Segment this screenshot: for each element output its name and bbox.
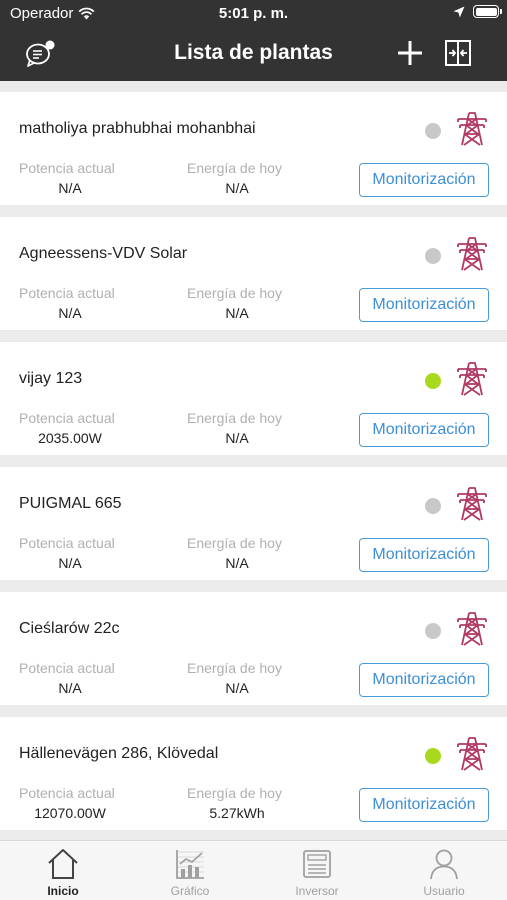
app-header: Operador 5:01 p. m. Lista de plantas [0, 0, 507, 81]
status-indicator [425, 748, 441, 764]
status-indicator [425, 248, 441, 264]
plant-card[interactable]: PUIGMAL 665 Potencia actual N/A Energía … [0, 467, 507, 580]
energy-value: 5.27kWh [209, 805, 265, 821]
monitor-button[interactable]: Monitorización [359, 788, 489, 822]
plant-list[interactable]: matholiya prabhubhai mohanbhai Potencia … [0, 81, 507, 840]
energy-value: N/A [225, 430, 249, 446]
energy-value: N/A [225, 305, 249, 321]
power-value: 2035.00W [38, 430, 102, 446]
power-tower-icon [457, 737, 487, 771]
status-indicators [453, 5, 502, 18]
power-tower-icon [457, 362, 487, 396]
status-indicator [425, 123, 441, 139]
inverter-icon [303, 850, 331, 878]
power-label: Potencia actual [19, 535, 115, 551]
monitor-button[interactable]: Monitorización [359, 163, 489, 197]
plant-card[interactable]: Hällenevägen 286, Klövedal Potencia actu… [0, 717, 507, 830]
plant-name: Agneessens-VDV Solar [19, 245, 188, 262]
tab-label: Inicio [47, 884, 79, 898]
plant-name: PUIGMAL 665 [19, 495, 122, 512]
energy-label: Energía de hoy [187, 535, 282, 551]
status-bar: Operador 5:01 p. m. [0, 0, 507, 28]
energy-label: Energía de hoy [187, 160, 282, 176]
status-indicator [425, 623, 441, 639]
monitor-button[interactable]: Monitorización [359, 538, 489, 572]
location-arrow-icon [453, 6, 465, 17]
power-value: 12070.00W [34, 805, 106, 821]
plant-name: Cieślarów 22c [19, 620, 120, 637]
plant-card[interactable]: Agneessens-VDV Solar Potencia actual N/A… [0, 217, 507, 330]
power-value: N/A [58, 305, 82, 321]
chart-icon [176, 850, 204, 879]
status-indicator [425, 498, 441, 514]
energy-value: N/A [225, 680, 249, 696]
power-label: Potencia actual [19, 785, 115, 801]
plant-name: Hällenevägen 286, Klövedal [19, 745, 219, 762]
status-indicator [425, 373, 441, 389]
energy-label: Energía de hoy [187, 660, 282, 676]
plant-card[interactable]: vijay 123 Potencia actual 2035.00W Energ… [0, 342, 507, 455]
plant-name: matholiya prabhubhai mohanbhai [19, 120, 256, 137]
power-tower-icon [457, 237, 487, 271]
power-tower-icon [457, 487, 487, 521]
power-label: Potencia actual [19, 410, 115, 426]
plant-card[interactable]: Cieślarów 22c Potencia actual N/A Energí… [0, 592, 507, 705]
power-value: N/A [58, 180, 82, 196]
tab-inicio[interactable]: Inicio [0, 841, 126, 900]
battery-icon [473, 5, 502, 18]
user-icon [430, 849, 458, 880]
tab-label: Inversor [295, 884, 339, 898]
tab-grafico[interactable]: Gráfico [127, 841, 253, 900]
add-plant-icon[interactable] [396, 39, 424, 67]
navigation-bar: Lista de plantas [0, 28, 507, 81]
energy-value: N/A [225, 555, 249, 571]
energy-value: N/A [225, 180, 249, 196]
plant-name: vijay 123 [19, 370, 83, 387]
power-value: N/A [58, 680, 82, 696]
home-icon [48, 849, 78, 879]
power-tower-icon [457, 112, 487, 146]
power-label: Potencia actual [19, 660, 115, 676]
power-label: Potencia actual [19, 285, 115, 301]
monitor-button[interactable]: Monitorización [359, 663, 489, 697]
energy-label: Energía de hoy [187, 785, 282, 801]
page-title: Lista de plantas [174, 41, 333, 64]
tab-inversor[interactable]: Inversor [254, 841, 380, 900]
monitor-button[interactable]: Monitorización [359, 288, 489, 322]
tab-usuario[interactable]: Usuario [381, 841, 507, 900]
tab-label: Usuario [423, 884, 465, 898]
clock: 5:01 p. m. [218, 5, 289, 22]
plant-card[interactable]: matholiya prabhubhai mohanbhai Potencia … [0, 92, 507, 205]
tab-label: Gráfico [170, 884, 210, 898]
power-label: Potencia actual [19, 160, 115, 176]
power-value: N/A [58, 555, 82, 571]
monitor-button[interactable]: Monitorización [359, 413, 489, 447]
power-tower-icon [457, 612, 487, 646]
energy-label: Energía de hoy [187, 285, 282, 301]
energy-label: Energía de hoy [187, 410, 282, 426]
switch-view-icon[interactable] [444, 39, 472, 67]
tab-bar: Inicio Gráfico Inversor Usuario [0, 840, 507, 900]
